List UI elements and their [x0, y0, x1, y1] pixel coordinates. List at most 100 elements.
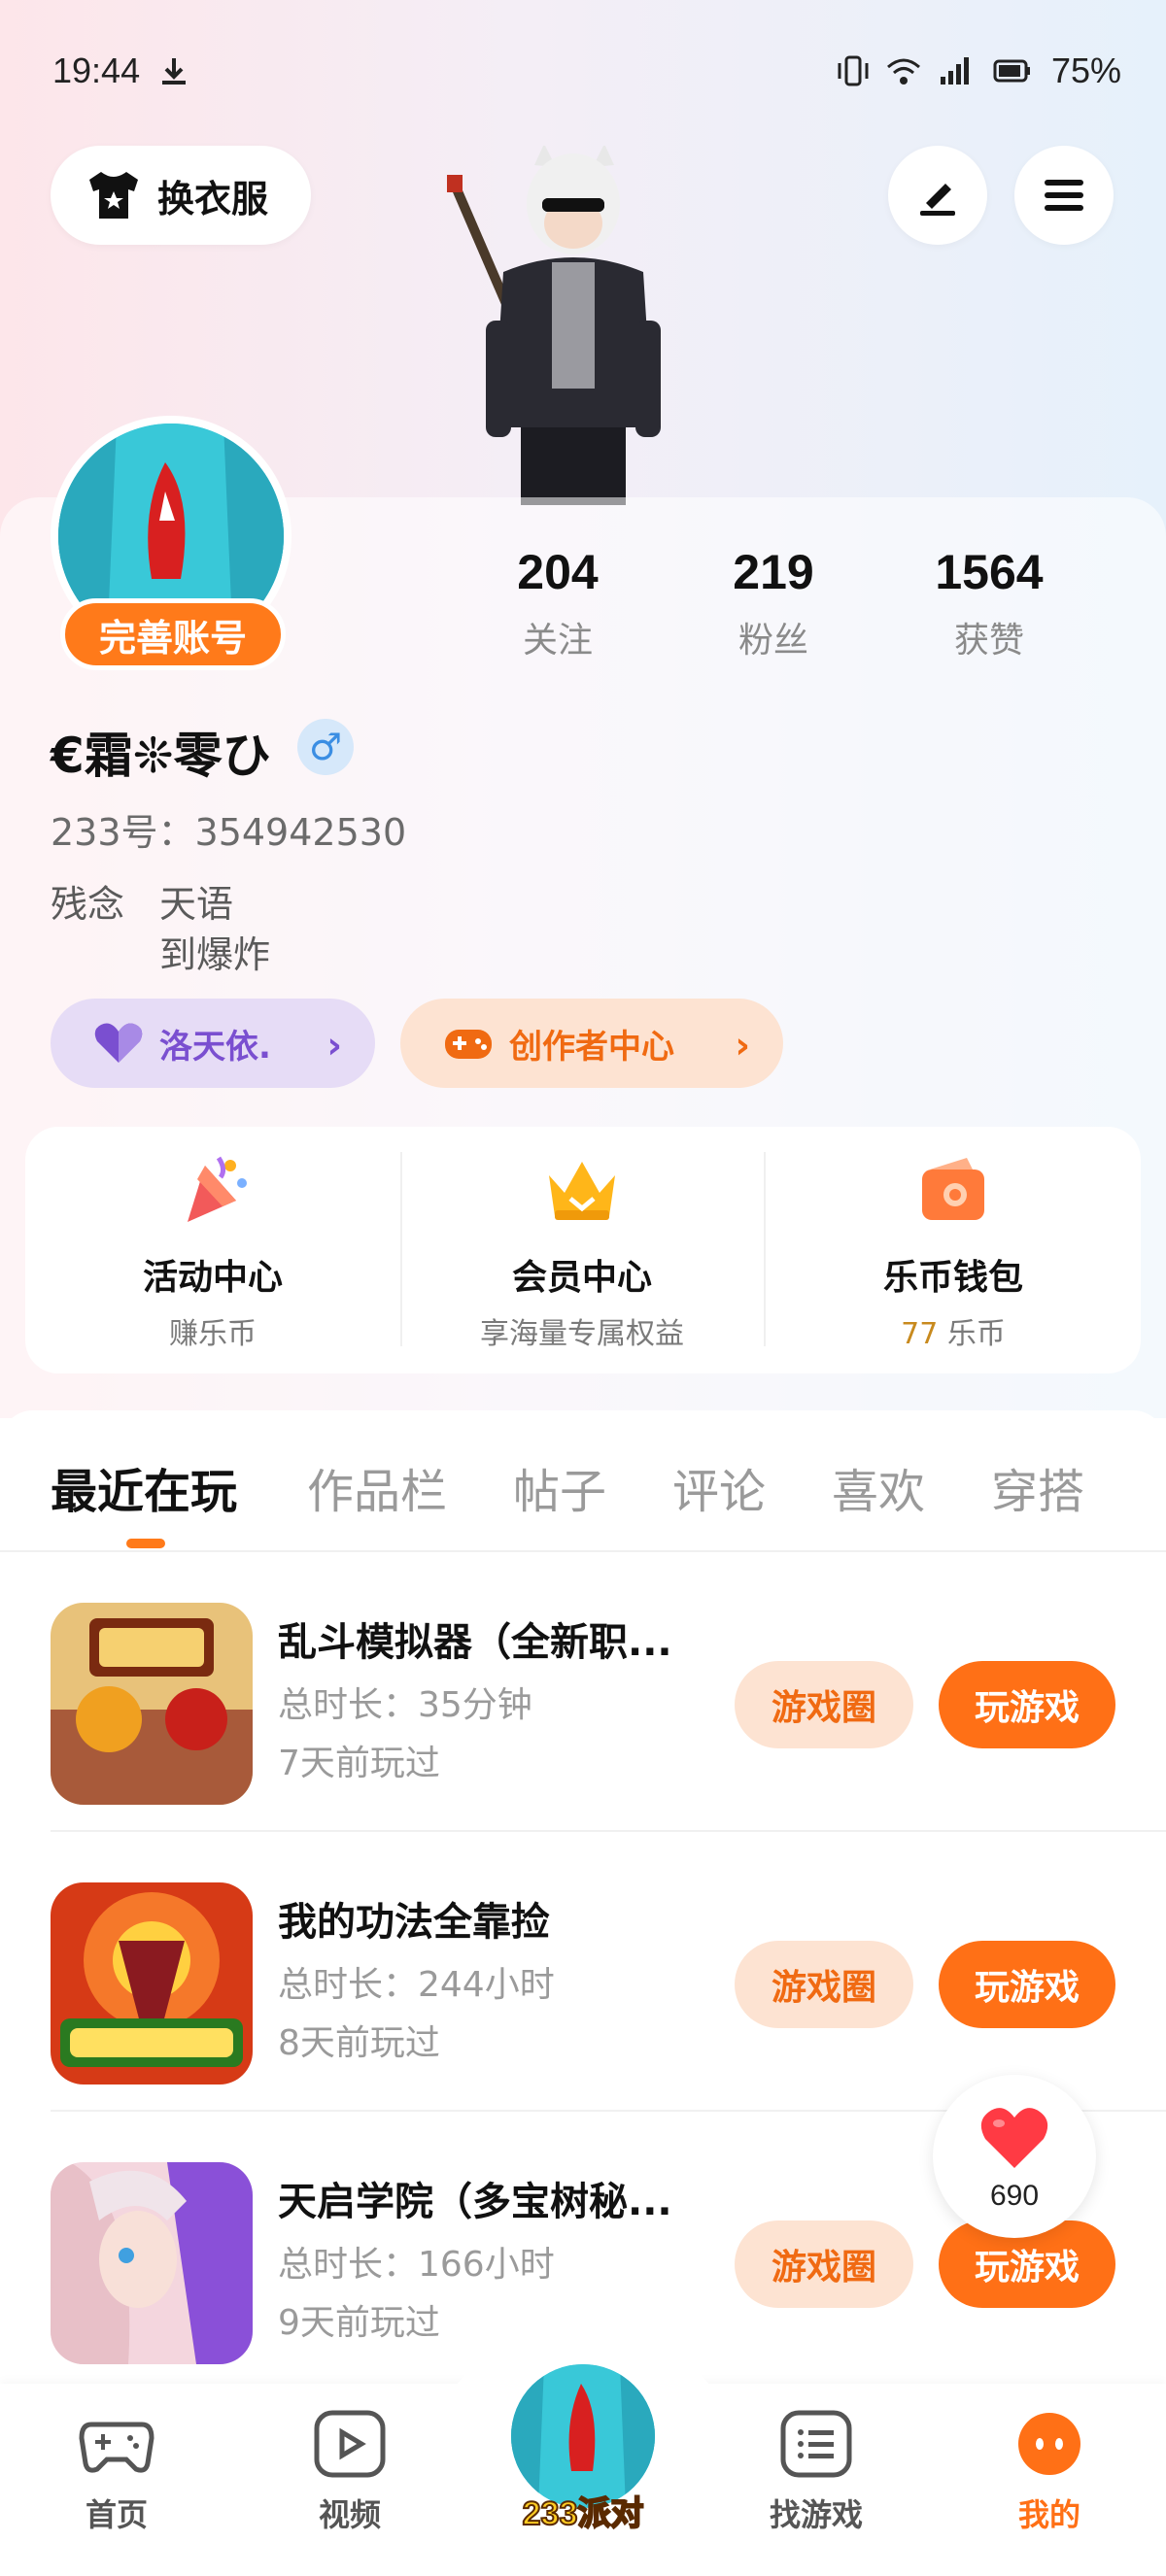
game-name: 乱斗模拟器（全新职... — [278, 1620, 672, 1665]
game-circle-button[interactable]: 游戏圈 — [735, 2220, 913, 2308]
game-item[interactable]: 我的功法全靠捡 总时长：244小时 8天前玩过 游戏圈 玩游戏 — [0, 1832, 1166, 2112]
play-icon — [314, 2410, 386, 2478]
creator-center-label: 创作者中心 — [509, 1027, 674, 1067]
hamburger-menu-icon — [1045, 180, 1083, 211]
coin-balance: 77 — [901, 1317, 939, 1351]
game-circle-button[interactable]: 游戏圈 — [735, 1941, 913, 2028]
activity-center-title: 活动中心 — [142, 1258, 283, 1298]
member-center-sub: 享海量专属权益 — [480, 1317, 684, 1351]
tab-posts[interactable]: 帖子 — [513, 1453, 606, 1521]
signal-icon — [940, 57, 969, 85]
bio-line-1: 残念 — [51, 883, 125, 926]
game-duration: 总时长：166小时 — [278, 2245, 555, 2285]
nav-me-label: 我的 — [1017, 2496, 1080, 2533]
stat-following[interactable]: 204 关注 — [461, 544, 655, 662]
profile-avatar[interactable]: 完善账号 — [51, 416, 299, 670]
stat-likes[interactable]: 1564 获赞 — [892, 544, 1086, 662]
gamepad-icon — [445, 1030, 492, 1059]
game-duration: 总时长：35分钟 — [278, 1685, 532, 1725]
content-tabs: 最近在玩 作品栏 帖子 评论 喜欢 穿搭 — [0, 1410, 1166, 1552]
bio-line-3: 到爆炸 — [159, 933, 271, 976]
stat-likes-value: 1564 — [935, 545, 1044, 599]
game-name: 天启学院（多宝树秘... — [278, 2180, 672, 2224]
activity-center[interactable]: 活动中心 赚乐币 — [25, 1127, 400, 1373]
like-count: 690 — [989, 2180, 1040, 2212]
heart-icon — [94, 1023, 143, 1063]
tab-outfits[interactable]: 穿搭 — [991, 1453, 1084, 1521]
avatar-character-image[interactable] — [428, 146, 719, 505]
stat-following-value: 204 — [517, 545, 599, 599]
nav-home[interactable]: 首页 — [39, 2409, 194, 2535]
menu-button[interactable] — [1014, 146, 1114, 245]
tab-recently-played[interactable]: 最近在玩 — [51, 1453, 237, 1521]
complete-account-badge[interactable]: 完善账号 — [60, 598, 286, 670]
battery-icon — [993, 59, 1030, 83]
pencil-icon — [920, 184, 955, 216]
game-last-played: 7天前玩过 — [278, 1744, 440, 1783]
fan-group-label: 洛天依. — [159, 1027, 271, 1067]
coin-wallet-title: 乐币钱包 — [882, 1258, 1023, 1298]
member-center-title: 会员中心 — [511, 1258, 652, 1298]
stat-following-label: 关注 — [522, 621, 593, 661]
tab-works[interactable]: 作品栏 — [307, 1453, 447, 1521]
nav-home-label: 首页 — [85, 2496, 148, 2533]
change-outfit-button[interactable]: 换衣服 — [51, 146, 311, 245]
active-tab-indicator — [126, 1539, 165, 1548]
stat-likes-label: 获赞 — [953, 621, 1024, 661]
member-center[interactable]: 会员中心 享海量专属权益 — [402, 1127, 762, 1373]
coin-wallet[interactable]: 乐币钱包 77 乐币 — [766, 1127, 1141, 1373]
game-last-played: 8天前玩过 — [278, 2023, 440, 2063]
nav-find-game-label: 找游戏 — [769, 2496, 863, 2533]
nav-me[interactable]: 我的 — [972, 2409, 1127, 2535]
vibrate-icon — [838, 55, 869, 86]
game-thumbnail[interactable] — [51, 1603, 253, 1805]
feature-card: 活动中心 赚乐币 会员中心 享海量专属权益 乐币钱包 77 乐币 — [25, 1127, 1141, 1373]
stat-fans-label: 粉丝 — [737, 621, 808, 661]
list-icon — [780, 2410, 852, 2478]
stat-fans-value: 219 — [733, 545, 814, 599]
nav-video[interactable]: 视频 — [272, 2409, 428, 2535]
stat-fans[interactable]: 219 粉丝 — [676, 544, 871, 662]
party-popper-icon — [188, 1156, 247, 1222]
tab-comments[interactable]: 评论 — [672, 1453, 766, 1521]
status-bar: 19:44 75% — [0, 0, 1166, 146]
game-last-played: 9天前玩过 — [278, 2303, 440, 2343]
game-duration: 总时长：244小时 — [278, 1965, 555, 2005]
download-icon — [162, 58, 186, 85]
creator-center-chip[interactable]: 创作者中心 › — [400, 999, 783, 1088]
wifi-icon — [886, 58, 920, 85]
face-icon — [1018, 2413, 1080, 2475]
edit-button[interactable] — [888, 146, 987, 245]
game-circle-button[interactable]: 游戏圈 — [735, 1661, 913, 1748]
tab-likes[interactable]: 喜欢 — [832, 1453, 925, 1521]
chevron-right-icon: › — [735, 1024, 750, 1067]
username: €霜❊零ひ — [51, 728, 271, 784]
chevron-right-icon: › — [326, 1024, 342, 1067]
nav-party-label[interactable]: 233派对 — [505, 2487, 661, 2534]
activity-center-sub: 赚乐币 — [169, 1317, 257, 1351]
gamepad-icon — [79, 2422, 154, 2473]
coin-unit: 乐币 — [946, 1317, 1006, 1351]
status-icons: 75% — [834, 51, 1121, 91]
male-gender-icon: ♂ — [297, 719, 354, 775]
game-item[interactable]: 乱斗模拟器（全新职... 总时长：35分钟 7天前玩过 游戏圈 玩游戏 — [0, 1552, 1166, 1832]
nav-find-game[interactable]: 找游戏 — [738, 2409, 894, 2535]
change-outfit-label: 换衣服 — [157, 177, 269, 220]
heart-icon — [980, 2108, 1048, 2168]
fan-group-chip[interactable]: 洛天依. › — [51, 999, 375, 1088]
floating-like-button[interactable]: 690 — [933, 2075, 1096, 2238]
crown-icon — [549, 1162, 615, 1220]
game-name: 我的功法全靠捡 — [278, 1900, 550, 1945]
user-id[interactable]: 233号：354942530 — [51, 802, 406, 856]
bio-line-2: 天语 — [159, 883, 234, 926]
wallet-icon — [922, 1158, 984, 1220]
shirt-icon — [89, 172, 138, 219]
play-game-button[interactable]: 玩游戏 — [939, 1661, 1115, 1748]
battery-percent: 75% — [1050, 51, 1121, 90]
play-game-button[interactable]: 玩游戏 — [939, 1941, 1115, 2028]
nav-video-label: 视频 — [318, 2496, 381, 2533]
status-time: 19:44 — [52, 51, 141, 90]
game-thumbnail[interactable] — [51, 2162, 253, 2364]
game-thumbnail[interactable] — [51, 1882, 253, 2085]
profile-stats: 204 关注 219 粉丝 1564 获赞 — [505, 544, 1166, 670]
